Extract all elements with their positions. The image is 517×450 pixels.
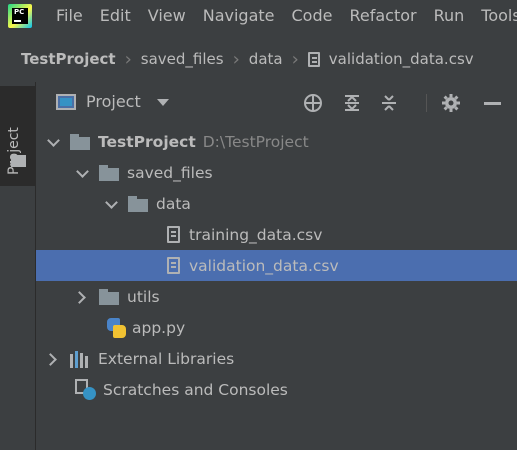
tool-window-title[interactable]: Project <box>86 92 141 111</box>
tree-label-testproject: TestProject <box>98 132 196 151</box>
python-file-icon <box>106 317 126 338</box>
menu-view[interactable]: View <box>148 0 186 32</box>
toolbar-separator <box>426 94 427 112</box>
chevron-right-icon: › <box>291 48 299 70</box>
pycharm-logo-icon[interactable]: PC <box>8 4 32 28</box>
chevron-right-icon: › <box>232 48 240 70</box>
tree-label-scratches: Scratches and Consoles <box>103 380 288 399</box>
chevron-right-icon: › <box>124 48 132 70</box>
stripe-project-label[interactable]: Project <box>6 127 22 175</box>
menu-refactor[interactable]: Refactor <box>349 0 416 32</box>
chevron-right-icon[interactable] <box>76 291 88 303</box>
menu-edit[interactable]: Edit <box>100 0 131 32</box>
csv-file-icon <box>307 51 320 67</box>
tree-row-utils[interactable]: utils <box>36 281 517 312</box>
folder-icon <box>99 288 119 305</box>
menu-run[interactable]: Run <box>434 0 465 32</box>
project-path: D:\TestProject <box>202 132 309 151</box>
collapse-all-icon[interactable] <box>379 93 399 113</box>
csv-file-icon <box>167 257 180 274</box>
chevron-down-icon[interactable] <box>157 99 169 106</box>
breadcrumb-item-saved-files[interactable]: saved_files <box>141 50 224 68</box>
tree-row-app-py[interactable]: app.py <box>36 312 517 343</box>
tree-row-training-data[interactable]: training_data.csv <box>36 219 517 250</box>
folder-icon <box>11 155 26 167</box>
menu-tools[interactable]: Tools <box>481 0 517 32</box>
chevron-down-icon[interactable] <box>76 167 88 179</box>
tree-row-scratches[interactable]: Scratches and Consoles <box>36 374 517 405</box>
scratches-icon <box>75 378 97 401</box>
breadcrumb-item-data[interactable]: data <box>249 50 283 68</box>
tree-label-utils: utils <box>127 287 160 306</box>
tree-label-saved-files: saved_files <box>127 163 213 182</box>
libraries-icon <box>70 350 92 368</box>
tree-label-app-py: app.py <box>132 318 186 337</box>
tool-window-header: Project <box>36 82 517 122</box>
chevron-down-icon[interactable] <box>47 136 59 148</box>
tree-label-data: data <box>156 194 191 213</box>
menu-navigate[interactable]: Navigate <box>203 0 275 32</box>
tree-label-external-libraries: External Libraries <box>98 349 235 368</box>
tree-row-external-libraries[interactable]: External Libraries <box>36 343 517 374</box>
tree-row-validation-data[interactable]: validation_data.csv <box>36 250 517 281</box>
folder-icon <box>128 195 148 212</box>
csv-file-icon <box>167 226 180 243</box>
project-view-icon <box>56 94 76 110</box>
locate-icon[interactable] <box>303 93 323 113</box>
breadcrumb: TestProject › saved_files › data › valid… <box>0 42 517 76</box>
chevron-right-icon[interactable] <box>47 353 59 365</box>
tree-label-validation-data: validation_data.csv <box>189 256 339 275</box>
gear-icon[interactable] <box>441 93 461 113</box>
tree-row-testproject[interactable]: TestProject D:\TestProject <box>36 126 517 157</box>
folder-icon <box>70 133 90 150</box>
menu-bar: PC File Edit View Navigate Code Refactor… <box>0 0 517 32</box>
hide-icon[interactable] <box>482 93 502 113</box>
chevron-down-icon[interactable] <box>105 198 117 210</box>
breadcrumb-item-validation-data[interactable]: validation_data.csv <box>329 50 474 68</box>
expand-all-icon[interactable] <box>342 93 362 113</box>
breadcrumb-item-testproject[interactable]: TestProject <box>21 50 116 68</box>
logo-text: PC <box>14 8 25 16</box>
folder-icon <box>99 164 119 181</box>
menu-code[interactable]: Code <box>292 0 333 32</box>
tree-row-saved-files[interactable]: saved_files <box>36 157 517 188</box>
project-tool-window: Project TestProject D:\TestProject saved… <box>36 82 517 450</box>
tree-row-data[interactable]: data <box>36 188 517 219</box>
tree-label-training-data: training_data.csv <box>189 225 323 244</box>
menu-file[interactable]: File <box>56 0 83 32</box>
